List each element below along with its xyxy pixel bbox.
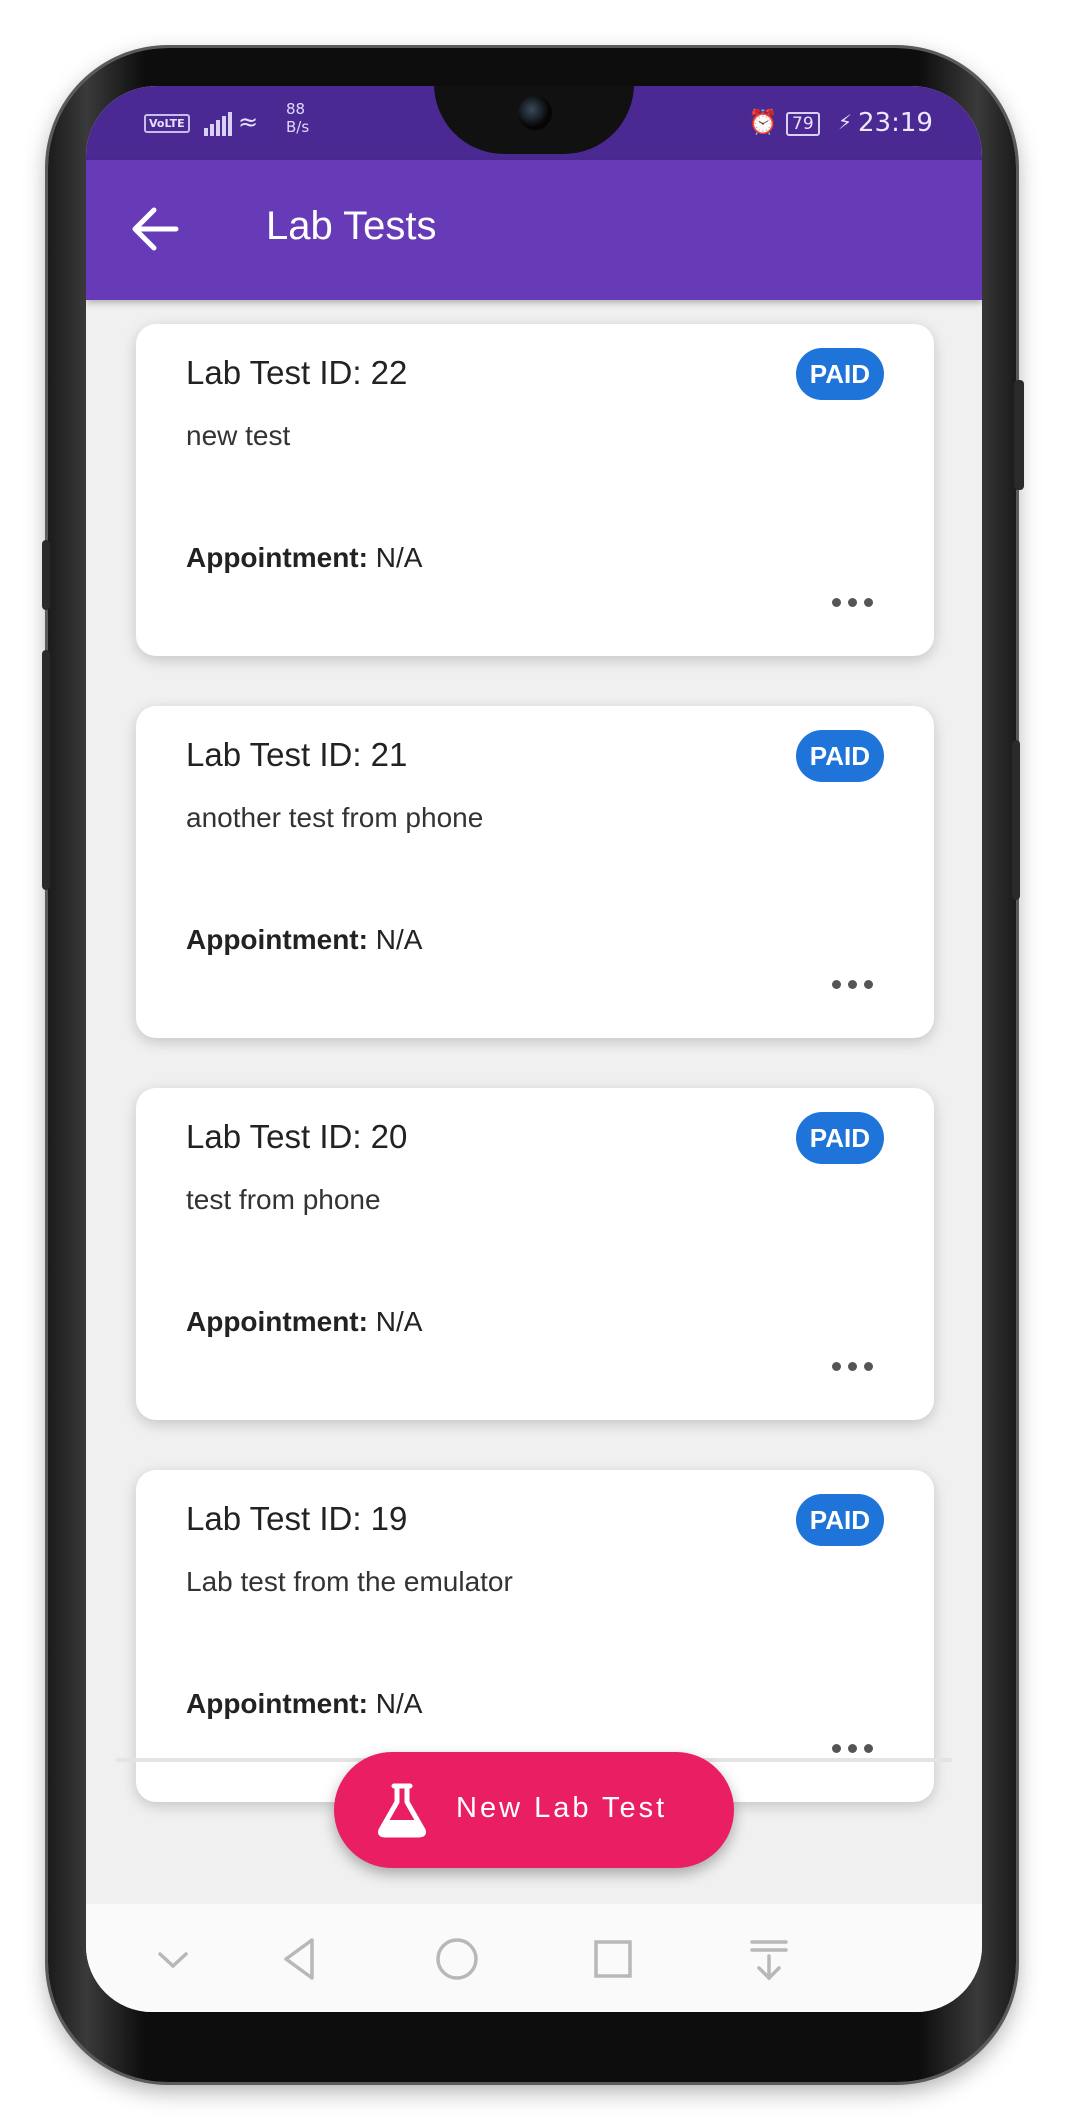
recents-square-icon[interactable] xyxy=(588,1934,638,1984)
power-button xyxy=(1014,380,1024,490)
lab-test-id: Lab Test ID: 20 xyxy=(186,1118,408,1155)
appointment-info: Appointment: N/A xyxy=(186,1306,422,1338)
more-options-icon[interactable] xyxy=(832,1742,876,1756)
flask-icon xyxy=(378,1783,426,1838)
lab-test-list[interactable]: Lab Test ID: 22 PAID new test Appointmen… xyxy=(86,300,982,1802)
side-key xyxy=(1012,740,1020,900)
lab-test-card[interactable]: Lab Test ID: 20 PAID test from phone App… xyxy=(136,1088,934,1420)
appointment-value: N/A xyxy=(375,542,423,573)
appointment-value: N/A xyxy=(375,1688,423,1719)
status-badge: PAID xyxy=(795,348,884,400)
lab-test-description: test from phone xyxy=(186,1184,381,1215)
charging-icon: ⚡ xyxy=(838,110,853,134)
appointment-label: Appointment: xyxy=(186,542,368,573)
appointment-info: Appointment: N/A xyxy=(186,542,422,574)
front-camera xyxy=(518,96,552,130)
home-circle-icon[interactable] xyxy=(432,1934,482,1984)
alarm-icon: ⏰ xyxy=(748,108,778,136)
status-badge: PAID xyxy=(795,730,884,782)
lab-test-description: another test from phone xyxy=(186,802,484,833)
more-options-icon[interactable] xyxy=(832,1360,876,1374)
volte-badge: VoLTE xyxy=(144,114,190,133)
network-speed-value: 88 xyxy=(286,100,306,118)
volume-down-button xyxy=(42,650,50,890)
appointment-label: Appointment: xyxy=(186,924,368,955)
lab-test-description: new test xyxy=(186,420,291,451)
more-options-icon[interactable] xyxy=(832,596,876,610)
lab-test-card[interactable]: Lab Test ID: 22 PAID new test Appointmen… xyxy=(136,324,934,656)
appointment-label: Appointment: xyxy=(186,1688,368,1719)
new-lab-test-button[interactable]: New Lab Test xyxy=(334,1752,734,1868)
arrow-back-icon[interactable] xyxy=(130,206,180,252)
lab-test-id: Lab Test ID: 19 xyxy=(186,1500,408,1537)
system-nav-bar xyxy=(86,1904,982,2012)
status-badge: PAID xyxy=(795,1112,884,1164)
lab-test-id: Lab Test ID: 21 xyxy=(186,736,408,773)
appointment-label: Appointment: xyxy=(186,1306,368,1337)
appointment-info: Appointment: N/A xyxy=(186,924,422,956)
new-lab-test-label: New Lab Test xyxy=(456,1792,668,1824)
clock: 23:19 xyxy=(858,108,933,138)
wifi-icon: ≈ xyxy=(238,108,259,136)
app-bar: Lab Tests xyxy=(86,160,982,300)
battery-level: 79 xyxy=(786,112,820,136)
lab-test-card[interactable]: Lab Test ID: 21 PAID another test from p… xyxy=(136,706,934,1038)
lab-test-id: Lab Test ID: 22 xyxy=(186,354,408,391)
appointment-info: Appointment: N/A xyxy=(186,1688,422,1720)
notification-pull-icon[interactable] xyxy=(744,1934,794,1984)
network-speed-unit: B/s xyxy=(286,118,310,136)
network-speed: 88 B/s xyxy=(286,100,309,136)
lab-test-description: Lab test from the emulator xyxy=(186,1566,513,1597)
phone-screen: VoLTE ≈ 88 B/s ⏰ 79 ⚡ 23:19 Lab Tests La… xyxy=(86,86,982,2012)
appointment-value: N/A xyxy=(375,1306,423,1337)
volume-up-button xyxy=(42,540,50,610)
more-options-icon[interactable] xyxy=(832,978,876,992)
page-title: Lab Tests xyxy=(266,204,437,248)
signal-icon xyxy=(204,112,232,136)
appointment-value: N/A xyxy=(375,924,423,955)
status-badge: PAID xyxy=(795,1494,884,1546)
chevron-down-icon[interactable] xyxy=(148,1934,198,1984)
back-triangle-icon[interactable] xyxy=(276,1934,326,1984)
